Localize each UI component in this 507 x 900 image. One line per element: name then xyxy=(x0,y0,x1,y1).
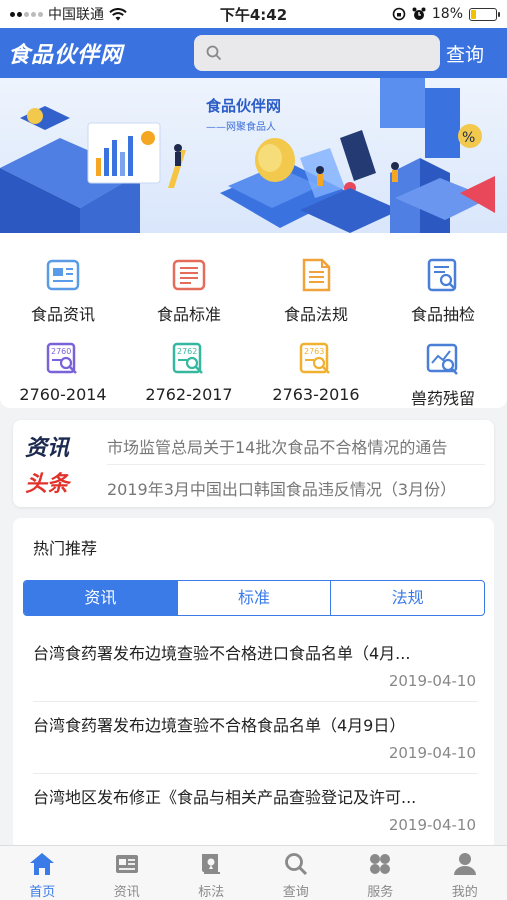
tab-service[interactable]: 服务 xyxy=(338,846,423,900)
query-button[interactable]: 查询 xyxy=(446,40,484,67)
news-card-icon xyxy=(115,855,138,873)
category-food-law[interactable]: 食品法规 xyxy=(253,241,379,324)
battery-icon xyxy=(469,7,500,21)
banner-title: 食品伙伴网 xyxy=(206,97,282,115)
law-doc-icon xyxy=(298,257,334,293)
category-label: 2760-2014 xyxy=(19,385,107,404)
app-logo: 食品伙伴网 xyxy=(8,43,124,68)
tab-standard-law[interactable]: 标法 xyxy=(169,846,254,900)
search-icon xyxy=(284,853,307,876)
tab-law[interactable]: 法规 xyxy=(331,581,484,615)
status-bar: 中国联通 下午4:42 18% xyxy=(0,0,507,28)
signal-icon xyxy=(10,11,43,17)
category-label: 食品法规 xyxy=(283,305,348,324)
hot-recommend-section: 热门推荐 资讯 标准 法规 台湾食药署发布边境查验不合格进口食品名单（4月...… xyxy=(13,518,494,850)
status-left: 中国联通 xyxy=(10,4,392,24)
news-item[interactable]: 台湾食药署发布边境查验不合格食品名单（4月9日） 2019-04-10 xyxy=(13,702,494,774)
news-title: 台湾食药署发布边境查验不合格食品名单（4月9日） xyxy=(33,716,406,735)
alarm-icon xyxy=(412,7,426,20)
tab-query[interactable]: 查询 xyxy=(254,846,339,900)
news-date: 2019-04-10 xyxy=(388,816,476,834)
orientation-lock-icon xyxy=(392,7,406,21)
search-doc-icon: 2762 xyxy=(171,341,207,377)
headline-item[interactable]: 市场监管总局关于14批次食品不合格情况的通告 xyxy=(107,434,483,458)
banner-subtitle: ——网聚食品人 xyxy=(206,122,276,133)
svg-text:2763: 2763 xyxy=(304,347,324,356)
headline-logo-top: 资讯 xyxy=(25,436,70,461)
headline-logo: 资讯 头条 xyxy=(25,430,91,498)
home-icon xyxy=(30,853,55,875)
book-icon xyxy=(202,854,221,874)
grid-service-icon xyxy=(370,854,391,874)
headline-item[interactable]: 2019年3月中国出口韩国食品违反情况（3月份） xyxy=(107,476,483,500)
search-doc-icon: 2760 xyxy=(45,341,81,377)
app-header: 食品伙伴网 查询 xyxy=(0,28,507,78)
section-title: 热门推荐 xyxy=(33,539,98,558)
news-item[interactable]: 台湾地区发布修正《食品与相关产品查验登记及许可... 2019-04-10 xyxy=(13,774,494,846)
category-food-inspection[interactable]: 食品抽检 xyxy=(380,241,506,324)
status-right: 18% xyxy=(392,6,500,22)
category-label: 兽药残留 xyxy=(410,389,475,408)
category-label: 食品标准 xyxy=(156,305,221,324)
news-date: 2019-04-10 xyxy=(388,744,476,762)
search-icon xyxy=(206,45,222,61)
category-vet-drug-residue[interactable]: 兽药残留 xyxy=(380,325,506,408)
tab-label: 资讯 xyxy=(113,885,140,900)
news-title: 台湾食药署发布边境查验不合格进口食品名单（4月... xyxy=(33,644,411,663)
news-item[interactable]: 台湾食药署发布边境查验不合格进口食品名单（4月... 2019-04-10 xyxy=(13,630,494,702)
category-label: 食品资讯 xyxy=(30,305,95,324)
tab-news[interactable]: 资讯 xyxy=(85,846,170,900)
segment-control: 资讯 标准 法规 xyxy=(23,580,485,616)
banner[interactable]: % 食品伙伴网 ——网聚食品人 xyxy=(0,78,507,233)
svg-text:2762: 2762 xyxy=(177,347,197,356)
news-doc-icon xyxy=(45,257,81,293)
battery-percent: 18% xyxy=(431,6,463,22)
news-title: 台湾地区发布修正《食品与相关产品查验登记及许可... xyxy=(33,788,417,807)
tab-label: 服务 xyxy=(367,885,394,900)
carrier-label: 中国联通 xyxy=(48,7,104,23)
headline-logo-bottom: 头条 xyxy=(25,472,70,497)
category-label: 食品抽检 xyxy=(410,305,475,324)
tab-news[interactable]: 资讯 xyxy=(24,581,178,615)
category-label: 2763-2016 xyxy=(272,385,360,404)
category-2760[interactable]: 2760 2760-2014 xyxy=(0,325,126,405)
divider xyxy=(107,464,485,465)
svg-text:2760: 2760 xyxy=(51,347,71,356)
category-food-news[interactable]: 食品资讯 xyxy=(0,241,126,324)
category-2763[interactable]: 2763 2763-2016 xyxy=(253,325,379,405)
tab-standard[interactable]: 标准 xyxy=(178,581,332,615)
user-icon xyxy=(453,853,476,875)
category-food-standard[interactable]: 食品标准 xyxy=(126,241,252,324)
tab-label: 首页 xyxy=(29,885,56,900)
tab-mine[interactable]: 我的 xyxy=(423,846,507,900)
tab-label: 查询 xyxy=(282,885,309,900)
search-input[interactable] xyxy=(230,45,420,61)
tab-label: 我的 xyxy=(451,885,478,900)
wifi-icon xyxy=(109,7,127,20)
news-headline-card: 资讯 头条 市场监管总局关于14批次食品不合格情况的通告 2019年3月中国出口… xyxy=(13,420,494,507)
news-date: 2019-04-10 xyxy=(388,672,476,690)
search-box[interactable] xyxy=(194,35,440,71)
svg-text:%: % xyxy=(462,130,475,146)
chart-search-icon xyxy=(425,341,461,377)
category-2762[interactable]: 2762 2762-2017 xyxy=(126,325,252,405)
search-doc-icon: 2763 xyxy=(298,341,334,377)
tab-home[interactable]: 首页 xyxy=(0,846,85,900)
category-label: 2762-2017 xyxy=(145,385,233,404)
inspection-doc-icon xyxy=(425,257,461,293)
bottom-tab-bar: 首页 资讯 标法 查询 服务 我的 xyxy=(0,845,507,900)
standard-doc-icon xyxy=(171,257,207,293)
category-grid: 食品资讯 食品标准 食品法规 食品抽检 2760 2760-2014 2762 … xyxy=(0,233,507,408)
tab-label: 标法 xyxy=(198,885,225,900)
